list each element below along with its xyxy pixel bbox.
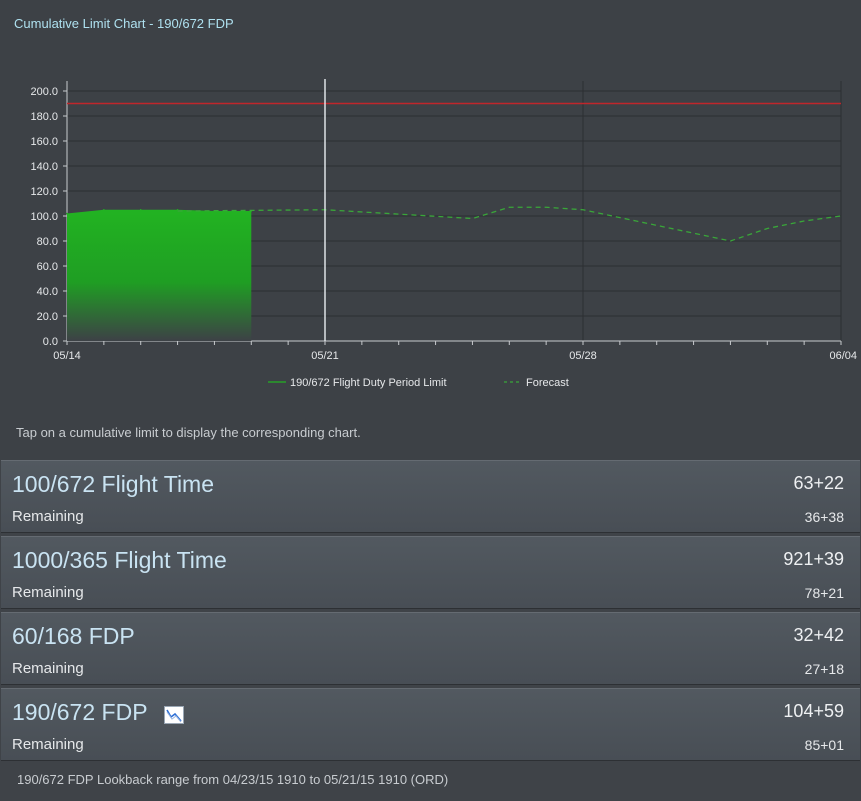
y-tick-label: 40.0 (37, 286, 58, 298)
limit-row-1000-365-flight-time[interactable]: 1000/365 Flight Time 921+39 Remaining 78… (1, 536, 860, 609)
cumulative-limit-chart: 200.0 180.0 160.0 140.0 120.0 100.0 80.0 60.0 40… (30, 79, 857, 389)
x-tick-label: 05/14 (53, 350, 81, 362)
limit-title: 1000/365 Flight Time (12, 547, 227, 573)
series-point (176, 208, 179, 211)
y-tick-label: 140.0 (30, 161, 58, 173)
series-area-flight-duty-period (67, 209, 252, 341)
series-line-forecast (177, 206, 842, 242)
remaining-value: 78+21 (804, 585, 844, 601)
chart-icon (163, 703, 184, 724)
y-tick-label: 80.0 (37, 236, 58, 248)
remaining-value: 27+18 (804, 661, 844, 677)
y-tick-label: 0.0 (43, 336, 58, 348)
x-tick-label: 05/21 (311, 350, 339, 362)
y-tick-label: 120.0 (30, 186, 58, 198)
y-tick-label: 100.0 (30, 211, 58, 223)
y-tick-label: 160.0 (30, 136, 58, 148)
limit-title: 100/672 Flight Time (12, 471, 215, 497)
y-tick-label: 60.0 (37, 261, 58, 273)
series-point (139, 208, 142, 211)
limit-row-60-168-fdp[interactable]: 60/168 FDP 32+42 Remaining 27+18 (1, 612, 860, 685)
lookback-range-text: 190/672 FDP Lookback range from 04/23/15… (17, 772, 449, 787)
series-point (66, 212, 68, 215)
limit-row-190-672-fdp[interactable]: 190/672 FDP 104+59 Remaining 85+01 (1, 688, 860, 761)
limit-value: 104+59 (783, 701, 844, 721)
limit-title-wrap: 190/672 FDP (12, 699, 184, 726)
limit-value: 63+22 (793, 473, 844, 493)
hint-text: Tap on a cumulative limit to display the… (16, 425, 361, 440)
x-tick-label: 06/04 (829, 350, 857, 362)
y-tick-label: 180.0 (30, 111, 58, 123)
remaining-label: Remaining (12, 584, 84, 601)
limit-row-100-672-flight-time[interactable]: 100/672 Flight Time 63+22 Remaining 36+3… (1, 460, 860, 533)
legend-label: Forecast (526, 377, 569, 389)
remaining-label: Remaining (12, 736, 84, 753)
series-point (103, 208, 105, 211)
remaining-value: 85+01 (804, 737, 844, 753)
chart-title: Cumulative Limit Chart - 190/672 FDP (14, 16, 234, 31)
chart-panel: Cumulative Limit Chart - 190/672 FDP 200… (0, 0, 861, 460)
limit-value: 32+42 (793, 625, 844, 645)
remaining-value: 36+38 (804, 509, 844, 525)
remaining-label: Remaining (12, 660, 84, 677)
limit-value: 921+39 (783, 549, 844, 569)
limit-title: 190/672 FDP (12, 699, 148, 725)
y-tick-label: 20.0 (37, 311, 58, 323)
y-tick-label: 200.0 (30, 86, 58, 98)
limit-title: 60/168 FDP (12, 623, 135, 649)
legend-label: 190/672 Flight Duty Period Limit (290, 377, 447, 389)
limits-list: 100/672 Flight Time 63+22 Remaining 36+3… (0, 460, 861, 764)
x-tick-label: 05/28 (569, 350, 597, 362)
remaining-label: Remaining (12, 508, 84, 525)
